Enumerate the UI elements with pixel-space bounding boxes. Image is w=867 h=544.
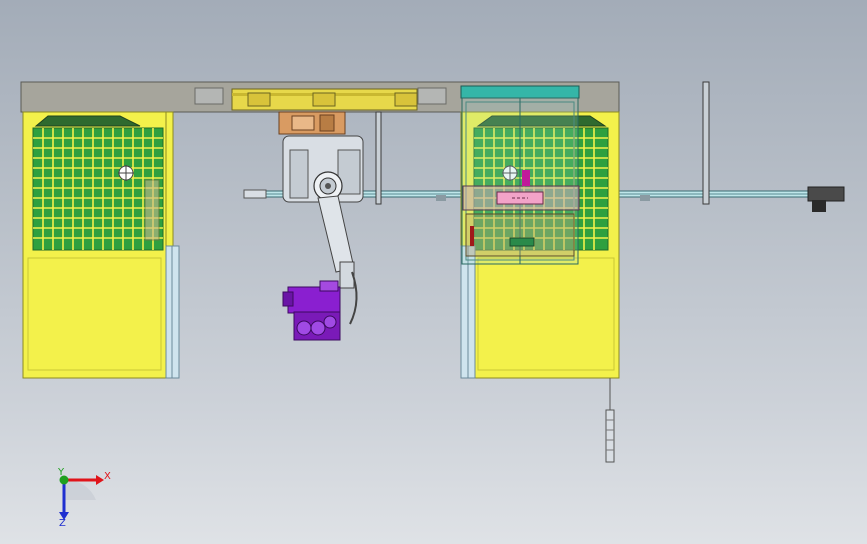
triad-x-arrow [96,475,104,485]
left-fence-cell [22,111,180,379]
triad-x-label: X [104,471,111,482]
pendant-rod [605,378,615,463]
triad-z-label: Z [59,518,66,529]
axis-triad-icon: X Y Z [57,467,111,529]
workpiece-cabinet[interactable] [460,85,580,265]
triad-y-label: Y [57,467,65,478]
welding-robot[interactable] [278,111,364,341]
cad-viewport[interactable]: X Y Z [0,0,867,544]
